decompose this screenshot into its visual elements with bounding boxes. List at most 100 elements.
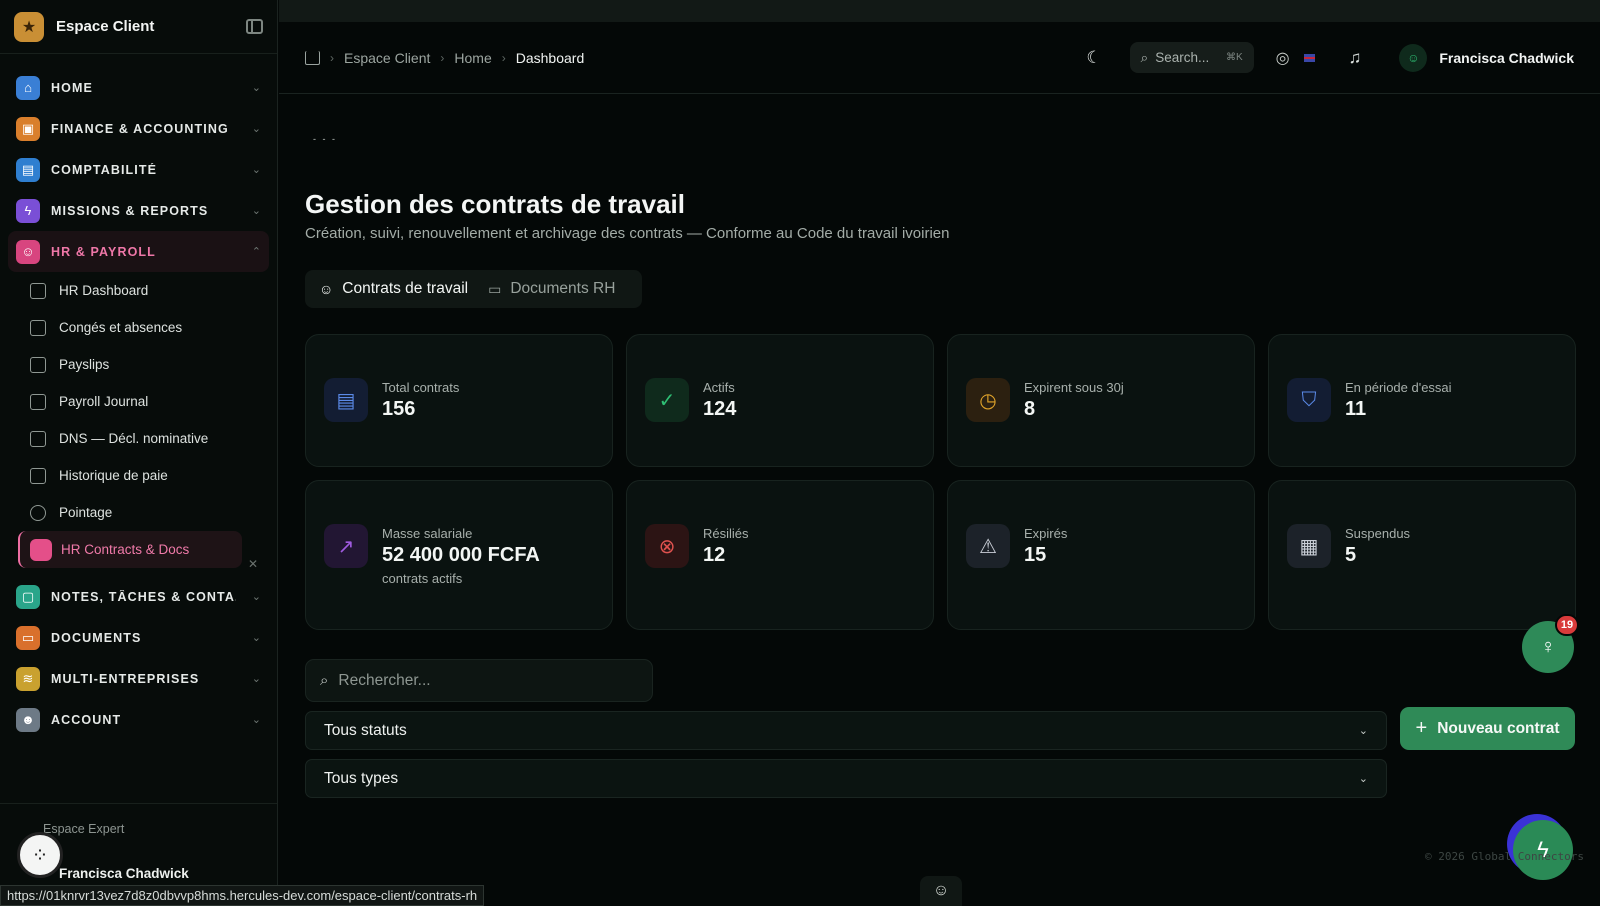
notification-badge: 19 [1555,614,1579,636]
back-to-expert-link[interactable]: Espace Expert [43,822,277,836]
tab-contrats[interactable]: ☺ Contrats de travail [319,280,468,298]
sidebar-item-comptabilite[interactable]: ▤ COMPTABILITÉ ⌄ [0,149,277,190]
sidebar-item-hr-payroll[interactable]: ☺ HR & PAYROLL ⌃ [8,231,269,272]
stat-value: 11 [1345,398,1367,420]
user-menu[interactable]: ☺ Francisca Chadwick [1399,43,1574,72]
sidebar-item-label: MULTI-ENTREPRISES [51,671,200,686]
sidebar: ★ Espace Client ⌂ HOME ⌄ ▣ FINANCE & ACC… [0,0,278,906]
select-value: Tous statuts [324,721,407,739]
sidebar-subitem-label: Payroll Journal [59,394,149,409]
sidebar-nav: ⌂ HOME ⌄ ▣ FINANCE & ACCOUNTING ⌄ ▤ COMP… [0,54,277,740]
sidebar-item-home[interactable]: ⌂ HOME ⌄ [0,67,277,108]
breadcrumb-current: Dashboard [515,49,585,66]
sidebar-subitem-payslips[interactable]: Payslips [30,346,277,383]
bolt-icon: ϟ [16,198,40,223]
globe-icon[interactable]: ◎ [1276,48,1290,68]
chevron-right-icon: › [440,50,445,65]
page-title: Gestion des contrats de travail [305,189,686,219]
breadcrumb-item[interactable]: Espace Client [344,50,430,66]
stat-label: En période d'essai [1345,380,1452,395]
sidebar-item-finance[interactable]: ▣ FINANCE & ACCOUNTING ⌄ [0,108,277,149]
users-icon: ☺ [319,281,334,297]
stat-card-essai: ⛉ En période d'essai 11 [1268,334,1576,467]
sidebar-subitem-conges[interactable]: Congés et absences [30,309,277,346]
stat-card-suspendus: ▦ Suspendus 5 [1268,480,1576,630]
brand-name: Espace Client [56,18,155,35]
stat-value: 8 [1024,398,1036,420]
document-icon: ▤ [324,378,368,422]
sidebar-subitem-hr-dashboard[interactable]: HR Dashboard [30,272,277,309]
sidebar-item-label: NOTES, TÂCHES & CONTA... [51,589,236,604]
sidebar-subitem-label: HR Contracts & Docs [61,542,190,557]
users-icon [30,282,46,299]
stat-label: Actifs [703,380,735,395]
home-icon[interactable] [305,50,320,65]
sidebar-item-account[interactable]: ☻ ACCOUNT ⌄ [0,699,277,740]
sidebar-header: ★ Espace Client [0,0,277,54]
calendar-icon [30,319,46,336]
check-circle-icon: ✓ [645,378,689,422]
bell-icon[interactable]: ♫ [1349,48,1362,68]
breadcrumb-item[interactable]: Home [454,50,491,66]
sidebar-subitem-label: Pointage [59,505,113,520]
sidebar-collapse-icon[interactable] [246,19,263,34]
stat-card-resilies: ⊗ Résiliés 12 [626,480,934,630]
type-filter-select[interactable]: Tous types ⌄ [305,759,1387,798]
stats-grid: ▤ Total contrats 156 ✓ Actifs 124 ◷ Expire… [305,334,1576,630]
page-subtitle: Création, suivi, renouvellement et archi… [305,225,950,242]
select-value: Tous types [324,769,399,787]
layers-icon: ≋ [16,666,40,691]
moon-icon[interactable]: ☾ [1086,48,1101,68]
file-icon [30,356,46,373]
sidebar-item-notes[interactable]: ▢ NOTES, TÂCHES & CONTA... ⌄ [0,576,277,617]
briefcase-icon: ▦ [1287,524,1331,568]
file-icon [30,393,46,410]
button-label: Nouveau contrat [1437,719,1560,737]
chevron-down-icon: ⌄ [251,632,261,644]
status-filter-select[interactable]: Tous statuts ⌄ [305,711,1387,750]
search-input[interactable]: ⌕ Rechercher... [305,659,653,702]
sidebar-subitem-dns[interactable]: DNS — Décl. nominative [30,420,277,457]
topbar-actions: ☾ ⌕ Search... ⌘K ◎ ♫ ☺ Francisca Chadwic… [1086,42,1574,73]
folder-icon: ▭ [16,625,40,650]
user-name: Francisca Chadwick [1439,49,1574,66]
sidebar-item-label: HOME [51,80,93,95]
search-placeholder: Rechercher... [338,671,431,689]
chevron-right-icon: › [330,50,334,65]
sidebar-subitem-historique[interactable]: Historique de paie [30,457,277,494]
sidebar-subitem-payroll-journal[interactable]: Payroll Journal [30,383,277,420]
file-icon [30,467,46,484]
sidebar-item-label: HR & PAYROLL [51,244,156,259]
chevron-down-icon: ⌄ [1358,725,1368,737]
hr-submenu: HR Dashboard Congés et absences Payslips… [0,272,277,568]
users-icon[interactable]: ☺ [920,876,962,906]
sidebar-item-multi-entreprises[interactable]: ≋ MULTI-ENTREPRISES ⌄ [0,658,277,699]
pin-icon[interactable]: ✕ [248,557,258,571]
top-strip [279,0,1600,22]
sidebar-item-label: MISSIONS & REPORTS [51,203,209,218]
clock-icon [30,504,46,521]
stat-label: Total contrats [382,380,460,395]
stat-label: Expirent sous 30j [1024,380,1124,395]
users-icon: ☺ [16,239,40,264]
tab-label: Documents RH [510,280,616,297]
new-contract-button[interactable]: + Nouveau contrat [1400,707,1575,750]
sidebar-subitem-pointage[interactable]: Pointage [30,494,277,531]
cookie-icon[interactable]: ⁘ [17,832,63,878]
sidebar-subitem-label: Payslips [59,357,110,372]
sidebar-item-documents[interactable]: ▭ DOCUMENTS ⌄ [0,617,277,658]
stat-card-expires: ⚠ Expirés 15 [947,480,1255,630]
folder-icon: ▭ [488,280,502,297]
sidebar-subitem-hr-contracts[interactable]: HR Contracts & Docs [18,531,242,568]
sidebar-item-missions[interactable]: ϟ MISSIONS & REPORTS ⌄ [0,190,277,231]
tab-documents-rh[interactable]: ▭ Documents RH [488,280,615,298]
stat-card-actifs: ✓ Actifs 124 [626,334,934,467]
search-button[interactable]: ⌕ Search... ⌘K [1129,42,1254,73]
breadcrumb: › Espace Client › Home › Dashboard [305,50,584,66]
copyright-text: © 2026 Global Connectors [1425,850,1584,863]
stat-note: contrats actifs [382,571,463,586]
sidebar-subitem-label: Historique de paie [59,468,168,483]
chevron-down-icon: ⌄ [251,714,261,726]
uk-flag-icon[interactable] [1303,53,1315,62]
stat-value: 12 [703,544,726,566]
